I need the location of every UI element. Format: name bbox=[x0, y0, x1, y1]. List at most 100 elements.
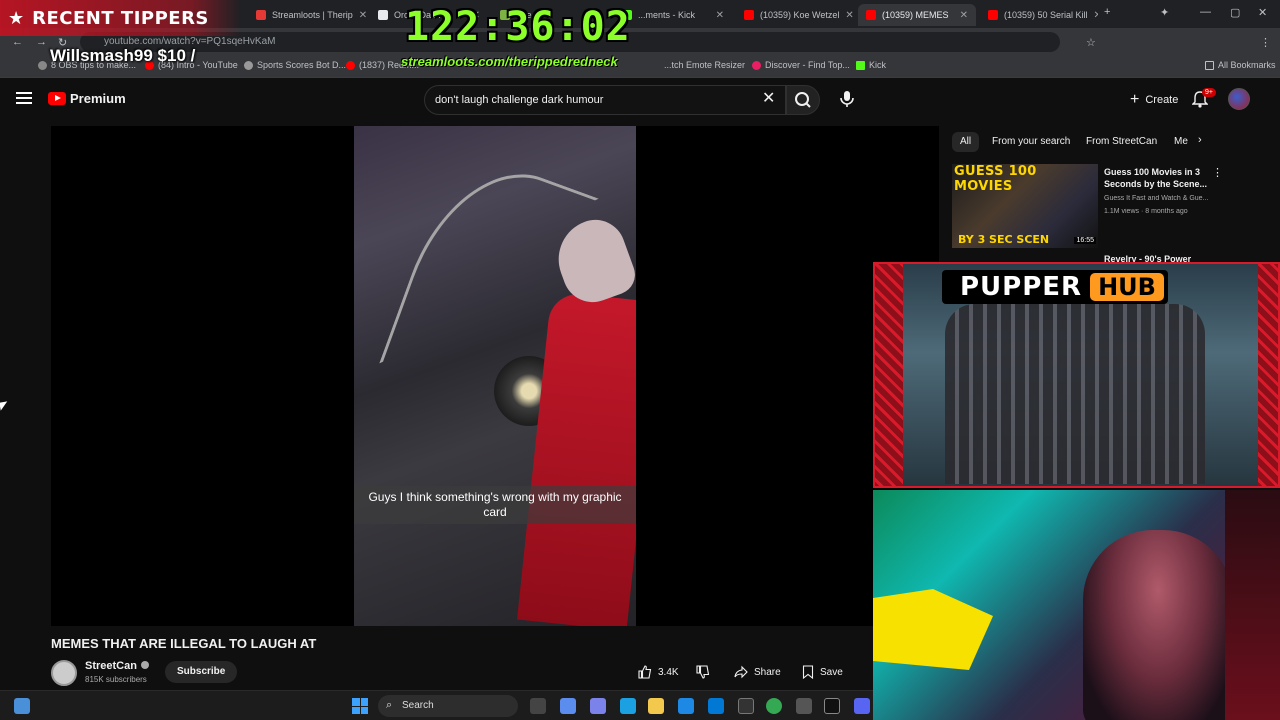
tab-kick[interactable]: ...ments - Kick ✕ bbox=[614, 4, 732, 26]
video-player[interactable]: Guys I think something's wrong with my g… bbox=[51, 126, 939, 626]
obs-icon[interactable] bbox=[738, 698, 754, 714]
task-view-icon[interactable] bbox=[530, 698, 546, 714]
overlay-frame bbox=[875, 264, 903, 486]
search-icon bbox=[795, 92, 811, 108]
search-input[interactable]: don't laugh challenge dark humour bbox=[424, 85, 786, 115]
teams-icon[interactable] bbox=[590, 698, 606, 714]
chip-more[interactable]: Me bbox=[1166, 132, 1196, 152]
close-icon[interactable]: ✕ bbox=[960, 10, 968, 21]
page-icon bbox=[378, 10, 388, 20]
account-avatar[interactable] bbox=[1228, 88, 1250, 110]
tab-streamloots[interactable]: Streamloots | Therip ✕ bbox=[248, 4, 366, 26]
video-frame: Guys I think something's wrong with my g… bbox=[354, 126, 636, 626]
more-actions-icon[interactable]: ⋮ bbox=[1212, 166, 1223, 179]
streamer-webcam bbox=[873, 490, 1280, 720]
kick-icon bbox=[856, 60, 865, 70]
recommendation-channel[interactable]: Guess It Fast and Watch & Gue... bbox=[1104, 195, 1224, 202]
recommendation-title[interactable]: Guess 100 Movies in 3 Seconds by the Sce… bbox=[1104, 166, 1208, 190]
share-icon bbox=[734, 665, 748, 679]
store-icon[interactable] bbox=[678, 698, 694, 714]
tab-memes[interactable]: (10359) MEMES ✕ bbox=[858, 4, 976, 26]
windows-taskbar: ⌕ Search bbox=[0, 690, 873, 720]
streamloots-url: streamloots.com/therippedredneck bbox=[401, 54, 618, 69]
copilot-icon[interactable] bbox=[560, 698, 576, 714]
close-icon[interactable]: ✕ bbox=[845, 10, 853, 21]
chip-from-your-search[interactable]: From your search bbox=[984, 132, 1078, 152]
tab-koe-wetzel[interactable]: (10359) Koe Wetzel ✕ bbox=[736, 4, 854, 26]
discord-icon[interactable] bbox=[854, 698, 870, 714]
chrome-icon[interactable] bbox=[766, 698, 782, 714]
maximize-icon[interactable]: ▢ bbox=[1230, 6, 1240, 19]
screen: Streamloots | Therip ✕ Order Dash ✕ The...… bbox=[0, 0, 1280, 720]
start-button[interactable] bbox=[352, 698, 368, 714]
youtube-play-icon bbox=[48, 92, 66, 105]
create-button[interactable]: + Create bbox=[1120, 88, 1188, 112]
bookmark-item[interactable]: ...tch Emote Resizer bbox=[664, 60, 745, 70]
like-button[interactable]: 3.4K bbox=[638, 662, 679, 682]
taskbar-search[interactable]: ⌕ Search bbox=[378, 695, 518, 717]
bookmark-icon bbox=[38, 60, 47, 70]
bookmark-item[interactable]: Discover - Find Top... bbox=[752, 60, 850, 70]
hamburger-menu-icon[interactable] bbox=[16, 92, 32, 104]
subscribe-button[interactable]: Subscribe bbox=[165, 661, 238, 683]
new-tab-icon[interactable]: + bbox=[1104, 6, 1110, 18]
bookmark-star-icon[interactable]: ☆ bbox=[1086, 36, 1096, 49]
bookmark-item[interactable]: Kick bbox=[856, 60, 886, 70]
video-duration: 16:55 bbox=[1074, 237, 1096, 244]
youtube-icon bbox=[866, 10, 876, 20]
verified-icon bbox=[140, 661, 149, 669]
youtube-icon bbox=[346, 60, 355, 70]
share-button[interactable]: Share bbox=[734, 662, 781, 682]
chip-all[interactable]: All bbox=[952, 132, 980, 152]
back-icon[interactable]: ← bbox=[12, 36, 23, 48]
chrome-menu-icon[interactable]: ⋮ bbox=[1260, 36, 1271, 49]
folder-icon bbox=[1205, 60, 1214, 70]
notification-badge: 9+ bbox=[1202, 88, 1216, 97]
tipper-entry: Willsmash99 $10 / bbox=[50, 46, 196, 65]
youtube-icon bbox=[744, 10, 754, 20]
video-title: MEMES THAT ARE ILLEGAL TO LAUGH AT bbox=[51, 636, 317, 651]
subathon-timer: 122:36:02 bbox=[405, 4, 631, 50]
search-icon: ⌕ bbox=[386, 699, 393, 711]
minimize-icon[interactable]: — bbox=[1200, 6, 1211, 18]
chip-from-streetcan[interactable]: From StreetCan bbox=[1078, 132, 1165, 152]
bookmark-save-icon bbox=[802, 665, 814, 679]
chevron-right-icon[interactable]: › bbox=[1198, 134, 1202, 146]
close-icon[interactable]: ✕ bbox=[359, 10, 366, 21]
channel-avatar[interactable] bbox=[51, 660, 77, 686]
youtube-logo[interactable]: Premium bbox=[48, 91, 126, 106]
webcam-content bbox=[1083, 530, 1233, 720]
thumbs-down-icon bbox=[696, 665, 710, 679]
thumbs-up-icon bbox=[638, 665, 652, 679]
youtube-header: Premium don't laugh challenge dark humou… bbox=[0, 80, 1280, 120]
recommendation-thumbnail[interactable]: GUESS 100 MOVIES BY 3 SEC SCEN 16:55 bbox=[952, 164, 1098, 248]
recommendation-meta: 1.1M views · 8 months ago bbox=[1104, 208, 1188, 215]
dislike-button[interactable] bbox=[696, 662, 710, 682]
extension-icon[interactable]: ✦ bbox=[1160, 6, 1169, 19]
tab-serial-kill[interactable]: (10359) 50 Serial Kill ✕ bbox=[980, 4, 1098, 26]
mouse-cursor-icon bbox=[0, 401, 9, 411]
clear-search-icon[interactable]: ✕ bbox=[762, 88, 775, 108]
all-bookmarks[interactable]: All Bookmarks bbox=[1205, 60, 1276, 70]
video-caption: Guys I think something's wrong with my g… bbox=[354, 486, 636, 524]
close-icon[interactable]: ✕ bbox=[1094, 10, 1098, 21]
search-button[interactable] bbox=[786, 85, 820, 115]
channel-name[interactable]: StreetCan bbox=[85, 660, 149, 672]
close-icon[interactable]: ✕ bbox=[716, 10, 724, 21]
outlook-icon[interactable] bbox=[708, 698, 724, 714]
edge-icon[interactable] bbox=[620, 698, 636, 714]
save-button[interactable]: Save bbox=[802, 662, 843, 682]
widgets-icon[interactable] bbox=[14, 698, 30, 714]
window-close-icon[interactable]: ✕ bbox=[1258, 6, 1267, 19]
forward-icon[interactable]: → bbox=[36, 36, 47, 48]
subscriber-count: 815K subscribers bbox=[85, 675, 147, 684]
app-icon[interactable] bbox=[796, 698, 812, 714]
file-explorer-icon[interactable] bbox=[648, 698, 664, 714]
terminal-icon[interactable] bbox=[824, 698, 840, 714]
microphone-icon[interactable] bbox=[838, 88, 856, 110]
bookmark-item[interactable]: Sports Scores Bot D... bbox=[244, 60, 346, 70]
youtube-icon bbox=[988, 10, 998, 20]
plus-icon: + bbox=[1130, 91, 1140, 108]
recent-tippers-banner: ★ RECENT TIPPERS bbox=[0, 0, 240, 36]
bookmark-icon bbox=[244, 60, 253, 70]
